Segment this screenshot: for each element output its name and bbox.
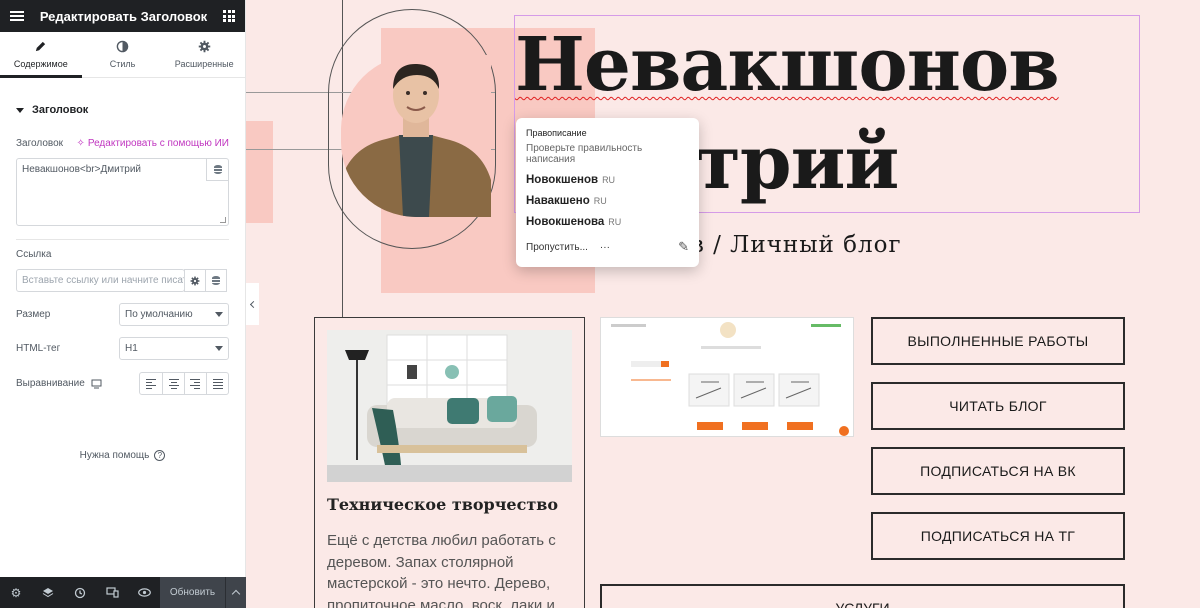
author-photo[interactable] xyxy=(341,55,491,217)
html-tag-field-label: HTML-тег xyxy=(16,343,61,354)
question-icon: ? xyxy=(154,450,166,461)
alignment-field-label: Выравнивание xyxy=(16,378,85,389)
skip-button[interactable]: Пропустить... xyxy=(526,242,588,253)
alignment-row: Выравнивание xyxy=(16,372,229,395)
suggestion-lang: RU xyxy=(608,217,622,227)
gear-icon xyxy=(190,276,200,285)
more-options-icon[interactable]: ··· xyxy=(600,242,610,253)
services-button[interactable]: УСЛУГИ xyxy=(600,584,1125,608)
suggestion-word: Новокшенов xyxy=(526,174,599,186)
panel-title: Редактировать Заголовок xyxy=(39,8,208,24)
heading-textarea-value: Невакшонов<br>Дмитрий xyxy=(22,164,142,175)
update-button[interactable]: Обновить xyxy=(160,577,225,608)
dynamic-tags-button[interactable] xyxy=(206,159,228,181)
edit-pen-icon[interactable]: ✎ xyxy=(678,239,689,255)
html-tag-select-value: H1 xyxy=(125,343,138,354)
help-link[interactable]: Нужна помощь ? xyxy=(0,450,245,461)
size-select-value: По умолчанию xyxy=(125,309,193,320)
sparkle-icon: ✧ xyxy=(76,138,85,149)
tab-content-label: Содержимое xyxy=(13,59,68,69)
html-tag-select[interactable]: H1 xyxy=(119,337,229,360)
blog-card[interactable]: Техническое творчество Ещё с детства люб… xyxy=(314,317,585,608)
page-canvas: Невакшонов трий ов / Личный блог Правопи… xyxy=(246,0,1200,608)
database-icon xyxy=(213,165,222,174)
panel-footer: ⚙ Обновить xyxy=(0,577,246,608)
suggestion-item[interactable]: Новокшенов RU xyxy=(526,174,689,186)
chevron-up-icon xyxy=(231,589,241,599)
suggestion-item[interactable]: Новокшенова RU xyxy=(526,216,689,228)
save-options-button[interactable] xyxy=(225,577,246,608)
ai-edit-link[interactable]: ✧ Редактировать с помощью ИИ xyxy=(76,138,229,149)
responsive-icon[interactable] xyxy=(96,577,128,608)
heading-field-row: Заголовок ✧ Редактировать с помощью ИИ xyxy=(16,138,229,149)
html-tag-row: HTML-тег H1 xyxy=(16,337,229,360)
suggestion-word: Навакшено xyxy=(526,195,590,207)
link-dynamic-button[interactable] xyxy=(205,269,227,292)
divider xyxy=(16,239,229,240)
panel-tabs: Содержимое Стиль Расширенные xyxy=(0,32,245,78)
align-justify-button[interactable] xyxy=(206,373,228,394)
cta-button-tg[interactable]: ПОДПИСАТЬСЯ НА ТГ xyxy=(871,512,1125,560)
desktop-icon[interactable] xyxy=(91,379,102,389)
help-label: Нужна помощь xyxy=(79,450,150,461)
editor-panel: Редактировать Заголовок Содержимое Стиль… xyxy=(0,0,246,608)
heading-textarea[interactable]: Невакшонов<br>Дмитрий xyxy=(16,158,229,226)
link-input-row: Вставьте ссылку или начните писать xyxy=(16,269,229,292)
contrast-icon xyxy=(116,40,129,53)
tab-content[interactable]: Содержимое xyxy=(0,32,82,78)
heading-field-label: Заголовок xyxy=(16,138,64,149)
cta-button-blog[interactable]: ЧИТАТЬ БЛОГ xyxy=(871,382,1125,430)
tab-advanced-label: Расширенные xyxy=(174,59,234,69)
spellcheck-subtitle: Проверьте правильность написания xyxy=(526,143,643,165)
tab-style[interactable]: Стиль xyxy=(82,32,164,77)
spellcheck-footer: Пропустить... ··· ✎ xyxy=(526,239,689,255)
panel-header: Редактировать Заголовок xyxy=(0,0,245,32)
size-row: Размер По умолчанию xyxy=(16,303,229,326)
align-right-button[interactable] xyxy=(184,373,206,394)
section-title: Заголовок xyxy=(32,104,89,116)
align-left-button[interactable] xyxy=(140,373,162,394)
chevron-down-icon xyxy=(215,312,223,317)
database-icon xyxy=(212,276,220,285)
link-label-row: Ссылка xyxy=(16,249,229,260)
resize-handle[interactable] xyxy=(220,217,226,223)
card-text: Ещё с детства любил работать с деревом. … xyxy=(327,532,556,608)
settings-icon[interactable]: ⚙ xyxy=(0,577,32,608)
preview-eye-icon[interactable] xyxy=(128,577,160,608)
layers-icon[interactable] xyxy=(32,577,64,608)
menu-icon[interactable] xyxy=(10,11,24,21)
suggestion-lang: RU xyxy=(593,196,607,206)
size-select[interactable]: По умолчанию xyxy=(119,303,229,326)
alignment-buttons xyxy=(139,372,229,395)
cta-button-works[interactable]: ВЫПОЛНЕННЫЕ РАБОТЫ xyxy=(871,317,1125,365)
link-field-label: Ссылка xyxy=(16,249,52,260)
spellcheck-title: Правописание xyxy=(526,128,587,138)
ai-edit-label: Редактировать с помощью ИИ xyxy=(87,138,229,149)
page-subtitle: ов / Личный блог xyxy=(676,232,902,258)
suggestion-lang: RU xyxy=(602,175,616,185)
history-icon[interactable] xyxy=(64,577,96,608)
tab-style-label: Стиль xyxy=(109,59,136,69)
size-field-label: Размер xyxy=(16,309,51,320)
link-input[interactable]: Вставьте ссылку или начните писать xyxy=(16,269,185,292)
card-image xyxy=(327,330,572,482)
suggestion-item[interactable]: Навакшено RU xyxy=(526,195,689,207)
link-options-button[interactable] xyxy=(184,269,206,292)
portfolio-screenshot[interactable] xyxy=(600,317,854,437)
section-toggle[interactable]: Заголовок xyxy=(0,78,245,116)
cta-button-vk[interactable]: ПОДПИСАТЬСЯ НА ВК xyxy=(871,447,1125,495)
gear-icon xyxy=(198,40,210,53)
card-title: Техническое творчество xyxy=(327,495,559,514)
tab-advanced[interactable]: Расширенные xyxy=(163,32,245,77)
widgets-grid-icon[interactable] xyxy=(223,10,235,22)
decor-pink-strip xyxy=(246,121,273,223)
chevron-down-icon xyxy=(215,346,223,351)
spellcheck-popup: Правописание Проверьте правильность напи… xyxy=(516,118,699,267)
suggestion-word: Новокшенова xyxy=(526,216,605,228)
pencil-icon xyxy=(36,41,46,52)
caret-down-icon xyxy=(16,107,24,113)
heading-line-1: Невакшонов xyxy=(515,22,1060,108)
align-center-button[interactable] xyxy=(162,373,184,394)
